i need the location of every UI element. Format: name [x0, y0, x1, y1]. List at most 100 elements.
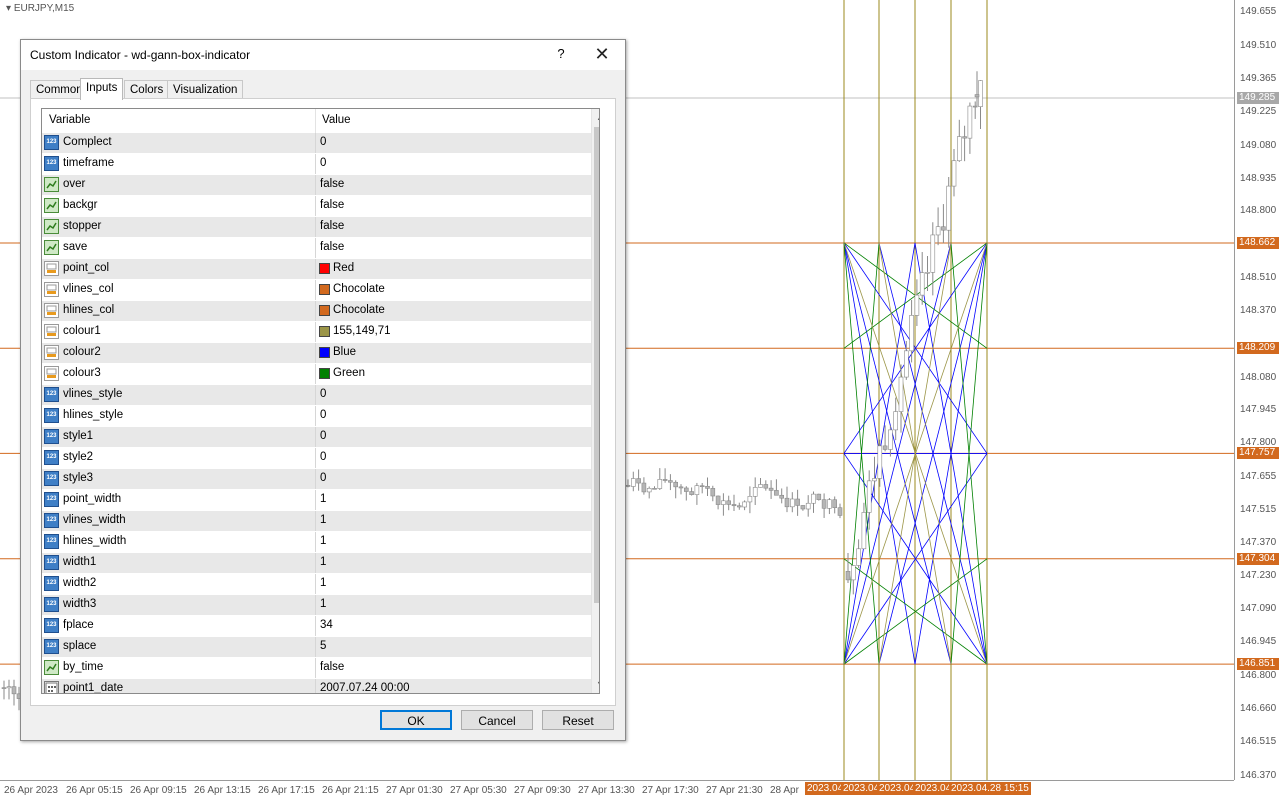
close-icon[interactable]: ✕	[591, 44, 613, 64]
grid-scrollbar[interactable]: ▲ ▼	[591, 109, 599, 693]
variable-cell[interactable]: 123 vlines_width	[42, 511, 316, 531]
input-row-fplace[interactable]: 123 fplace 34	[42, 616, 591, 637]
number-type-icon: 123	[44, 387, 59, 402]
input-row-splace[interactable]: 123 splace 5	[42, 637, 591, 658]
variable-cell[interactable]: save	[42, 238, 316, 258]
input-row-colour3[interactable]: colour3 Green	[42, 364, 591, 385]
input-row-colour2[interactable]: colour2 Blue	[42, 343, 591, 364]
column-header-variable[interactable]: Variable	[49, 114, 90, 126]
input-row-point_width[interactable]: 123 point_width 1	[42, 490, 591, 511]
value-cell[interactable]: 34	[316, 616, 591, 636]
variable-cell[interactable]: 123 point_width	[42, 490, 316, 510]
variable-cell[interactable]: 123 fplace	[42, 616, 316, 636]
price-tick-label: 146.370	[1240, 770, 1277, 781]
input-row-width3[interactable]: 123 width3 1	[42, 595, 591, 616]
input-row-timeframe[interactable]: 123 timeframe 0	[42, 154, 591, 175]
variable-cell[interactable]: 123 vlines_style	[42, 385, 316, 405]
scroll-down-icon[interactable]: ▼	[592, 676, 599, 693]
value-cell[interactable]: Green	[316, 364, 591, 384]
input-row-hlines_col[interactable]: hlines_col Chocolate	[42, 301, 591, 322]
variable-cell[interactable]: backgr	[42, 196, 316, 216]
value-cell[interactable]: Blue	[316, 343, 591, 363]
input-row-width2[interactable]: 123 width2 1	[42, 574, 591, 595]
variable-cell[interactable]: 123 hlines_style	[42, 406, 316, 426]
input-row-hlines_style[interactable]: 123 hlines_style 0	[42, 406, 591, 427]
input-row-style1[interactable]: 123 style1 0	[42, 427, 591, 448]
value-cell[interactable]: Chocolate	[316, 280, 591, 300]
value-cell[interactable]: 5	[316, 637, 591, 657]
input-row-vlines_col[interactable]: vlines_col Chocolate	[42, 280, 591, 301]
variable-cell[interactable]: 123 style1	[42, 427, 316, 447]
input-row-by_time[interactable]: by_time false	[42, 658, 591, 679]
tab-visualization[interactable]: Visualization	[167, 80, 244, 99]
cancel-button[interactable]: Cancel	[461, 710, 533, 730]
variable-cell[interactable]: 123 splace	[42, 637, 316, 657]
variable-cell[interactable]: vlines_col	[42, 280, 316, 300]
tab-colors[interactable]: Colors	[124, 80, 170, 99]
value-cell[interactable]: 1	[316, 490, 591, 510]
input-row-save[interactable]: save false	[42, 238, 591, 259]
variable-cell[interactable]: hlines_col	[42, 301, 316, 321]
value-cell[interactable]: 1	[316, 595, 591, 615]
value-cell[interactable]: 0	[316, 133, 591, 153]
variable-cell[interactable]: point_col	[42, 259, 316, 279]
input-row-vlines_style[interactable]: 123 vlines_style 0	[42, 385, 591, 406]
variable-cell[interactable]: 123 width3	[42, 595, 316, 615]
ok-button[interactable]: OK	[380, 710, 452, 730]
input-row-style3[interactable]: 123 style3 0	[42, 469, 591, 490]
value-cell[interactable]: 1	[316, 532, 591, 552]
value-cell[interactable]: 0	[316, 406, 591, 426]
variable-cell[interactable]: 123 style3	[42, 469, 316, 489]
variable-cell[interactable]: 123 hlines_width	[42, 532, 316, 552]
variable-cell[interactable]: 123 style2	[42, 448, 316, 468]
value-cell[interactable]: false	[316, 658, 591, 678]
variable-cell[interactable]: 123 width2	[42, 574, 316, 594]
value-cell[interactable]: 0	[316, 385, 591, 405]
value-cell[interactable]: 1	[316, 511, 591, 531]
input-row-point1_date[interactable]: point1_date 2007.07.24 00:00	[42, 679, 591, 693]
candle-body	[710, 488, 716, 497]
variable-cell[interactable]: point1_date	[42, 679, 316, 693]
variable-cell[interactable]: colour3	[42, 364, 316, 384]
variable-cell[interactable]: colour2	[42, 343, 316, 363]
value-cell[interactable]: 2007.07.24 00:00	[316, 679, 591, 693]
value-cell[interactable]: Chocolate	[316, 301, 591, 321]
value-cell[interactable]: false	[316, 175, 591, 195]
column-header-value[interactable]: Value	[322, 114, 351, 126]
tab-inputs[interactable]: Inputs	[80, 78, 124, 100]
value-cell[interactable]: 155,149,71	[316, 322, 591, 342]
input-row-style2[interactable]: 123 style2 0	[42, 448, 591, 469]
dialog-titlebar[interactable]: Custom Indicator - wd-gann-box-indicator…	[21, 40, 625, 71]
input-row-vlines_width[interactable]: 123 vlines_width 1	[42, 511, 591, 532]
value-cell[interactable]: false	[316, 238, 591, 258]
input-row-point_col[interactable]: point_col Red	[42, 259, 591, 280]
value-cell[interactable]: 1	[316, 553, 591, 573]
value-cell[interactable]: 0	[316, 448, 591, 468]
variable-cell[interactable]: over	[42, 175, 316, 195]
value-cell[interactable]: false	[316, 217, 591, 237]
value-cell[interactable]: 0	[316, 154, 591, 174]
input-row-hlines_width[interactable]: 123 hlines_width 1	[42, 532, 591, 553]
scroll-up-icon[interactable]: ▲	[592, 109, 599, 126]
variable-cell[interactable]: by_time	[42, 658, 316, 678]
input-row-Complect[interactable]: 123 Complect 0	[42, 133, 591, 154]
variable-cell[interactable]: 123 Complect	[42, 133, 316, 153]
variable-cell[interactable]: stopper	[42, 217, 316, 237]
value-cell[interactable]: false	[316, 196, 591, 216]
variable-cell[interactable]: colour1	[42, 322, 316, 342]
input-row-stopper[interactable]: stopper false	[42, 217, 591, 238]
scrollbar-thumb[interactable]	[594, 127, 599, 603]
input-row-backgr[interactable]: backgr false	[42, 196, 591, 217]
variable-cell[interactable]: 123 width1	[42, 553, 316, 573]
input-row-colour1[interactable]: colour1 155,149,71	[42, 322, 591, 343]
reset-button[interactable]: Reset	[542, 710, 614, 730]
input-row-width1[interactable]: 123 width1 1	[42, 553, 591, 574]
value-cell[interactable]: Red	[316, 259, 591, 279]
help-button[interactable]: ?	[554, 46, 568, 61]
input-row-over[interactable]: over false	[42, 175, 591, 196]
value-cell[interactable]: 1	[316, 574, 591, 594]
candle-body	[903, 350, 909, 378]
value-cell[interactable]: 0	[316, 427, 591, 447]
variable-cell[interactable]: 123 timeframe	[42, 154, 316, 174]
value-cell[interactable]: 0	[316, 469, 591, 489]
